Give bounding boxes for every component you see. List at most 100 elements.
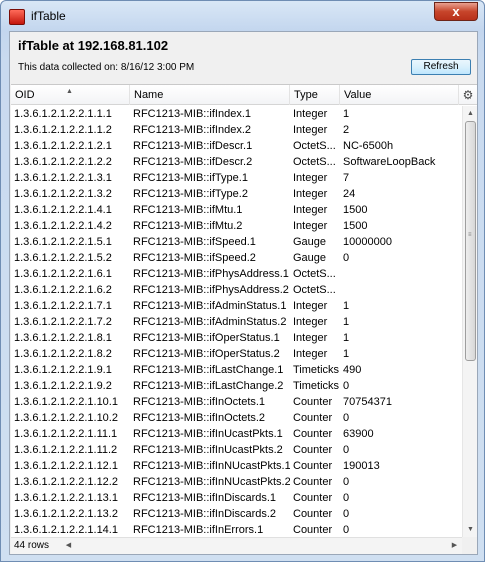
- cell-type: Counter: [293, 412, 333, 424]
- cell-type: Gauge: [293, 236, 327, 248]
- table-row[interactable]: 1.3.6.1.2.1.2.2.1.7.2 RFC1213-MIB::ifAdmi…: [11, 314, 462, 330]
- cell-type: Counter: [293, 428, 333, 440]
- cell-type: Integer: [293, 124, 328, 136]
- table-row[interactable]: 1.3.6.1.2.1.2.2.1.10.2 RFC1213-MIB::ifInO…: [11, 410, 462, 426]
- cell-name: RFC1213-MIB::ifInErrors.1: [133, 524, 264, 536]
- scroll-right-icon[interactable]: ▶: [447, 538, 462, 554]
- cell-name: RFC1213-MIB::ifInUcastPkts.1: [133, 428, 283, 440]
- cell-oid: 1.3.6.1.2.1.2.2.1.8.1: [14, 332, 112, 344]
- cell-value: 2: [343, 124, 350, 136]
- cell-type: Integer: [293, 204, 328, 216]
- cell-oid: 1.3.6.1.2.1.2.2.1.11.1: [14, 428, 118, 440]
- table-row[interactable]: 1.3.6.1.2.1.2.2.1.2.2 RFC1213-MIB::ifDesc…: [11, 154, 462, 170]
- table-row[interactable]: 1.3.6.1.2.1.2.2.1.8.1 RFC1213-MIB::ifOper…: [11, 330, 462, 346]
- cell-oid: 1.3.6.1.2.1.2.2.1.2.2: [14, 156, 112, 168]
- column-header-type[interactable]: Type: [290, 85, 340, 105]
- cell-oid: 1.3.6.1.2.1.2.2.1.12.2: [14, 476, 118, 488]
- table-row[interactable]: 1.3.6.1.2.1.2.2.1.1.2 RFC1213-MIB::ifInde…: [11, 122, 462, 138]
- horizontal-scrollbar[interactable]: 44 rows ◀ ▶: [11, 537, 462, 554]
- cell-name: RFC1213-MIB::ifAdminStatus.1: [133, 300, 287, 312]
- close-button[interactable]: x: [434, 2, 478, 21]
- table-row[interactable]: 1.3.6.1.2.1.2.2.1.1.1 RFC1213-MIB::ifInde…: [11, 106, 462, 122]
- cell-type: Counter: [293, 476, 333, 488]
- table-row[interactable]: 1.3.6.1.2.1.2.2.1.4.2 RFC1213-MIB::ifMtu.…: [11, 218, 462, 234]
- table-row[interactable]: 1.3.6.1.2.1.2.2.1.11.1 RFC1213-MIB::ifInU…: [11, 426, 462, 442]
- cell-oid: 1.3.6.1.2.1.2.2.1.10.2: [14, 412, 118, 424]
- refresh-button[interactable]: Refresh: [411, 59, 471, 75]
- cell-value: 1: [343, 300, 350, 312]
- cell-name: RFC1213-MIB::ifType.2: [133, 188, 248, 200]
- cell-value: 0: [343, 492, 350, 504]
- cell-name: RFC1213-MIB::ifAdminStatus.2: [133, 316, 287, 328]
- data-table: OID ▲ Name Type Value ⚙ 1.3.6.1.2.1.2.2.…: [11, 84, 477, 554]
- table-row[interactable]: 1.3.6.1.2.1.2.2.1.12.2 RFC1213-MIB::ifInN…: [11, 474, 462, 490]
- scroll-down-icon[interactable]: ▼: [463, 522, 477, 537]
- table-row[interactable]: 1.3.6.1.2.1.2.2.1.14.1 RFC1213-MIB::ifInE…: [11, 522, 462, 537]
- vertical-scrollbar[interactable]: ▲ ≡ ▼: [462, 106, 477, 537]
- table-row[interactable]: 1.3.6.1.2.1.2.2.1.7.1 RFC1213-MIB::ifAdmi…: [11, 298, 462, 314]
- cell-name: RFC1213-MIB::ifLastChange.2: [133, 380, 284, 392]
- cell-type: Counter: [293, 444, 333, 456]
- cell-name: RFC1213-MIB::ifInNUcastPkts.1: [133, 460, 290, 472]
- cell-oid: 1.3.6.1.2.1.2.2.1.7.2: [14, 316, 112, 328]
- column-header-oid[interactable]: OID ▲: [11, 85, 130, 105]
- cell-oid: 1.3.6.1.2.1.2.2.1.9.2: [14, 380, 112, 392]
- cell-type: Integer: [293, 172, 328, 184]
- column-header-value[interactable]: Value: [340, 85, 459, 105]
- table-row[interactable]: 1.3.6.1.2.1.2.2.1.10.1 RFC1213-MIB::ifInO…: [11, 394, 462, 410]
- table-row[interactable]: 1.3.6.1.2.1.2.2.1.6.2 RFC1213-MIB::ifPhys…: [11, 282, 462, 298]
- cell-type: Integer: [293, 332, 328, 344]
- window-title: ifTable: [31, 9, 66, 23]
- cell-name: RFC1213-MIB::ifIndex.1: [133, 108, 251, 120]
- sort-ascending-icon: ▲: [66, 88, 73, 95]
- table-row[interactable]: 1.3.6.1.2.1.2.2.1.13.1 RFC1213-MIB::ifInD…: [11, 490, 462, 506]
- cell-name: RFC1213-MIB::ifInOctets.2: [133, 412, 266, 424]
- cell-value: [340, 266, 462, 282]
- cell-oid: 1.3.6.1.2.1.2.2.1.5.2: [14, 252, 112, 264]
- table-row[interactable]: 1.3.6.1.2.1.2.2.1.13.2 RFC1213-MIB::ifInD…: [11, 506, 462, 522]
- cell-name: RFC1213-MIB::ifLastChange.1: [133, 364, 284, 376]
- cell-oid: 1.3.6.1.2.1.2.2.1.14.1: [14, 524, 118, 536]
- cell-name: RFC1213-MIB::ifInDiscards.2: [133, 508, 277, 520]
- table-row[interactable]: 1.3.6.1.2.1.2.2.1.4.1 RFC1213-MIB::ifMtu.…: [11, 202, 462, 218]
- cell-name: RFC1213-MIB::ifPhysAddress.2: [133, 284, 289, 296]
- row-count: 44 rows: [14, 540, 50, 551]
- cell-name: RFC1213-MIB::ifDescr.2: [133, 156, 253, 168]
- table-row[interactable]: 1.3.6.1.2.1.2.2.1.3.2 RFC1213-MIB::ifType…: [11, 186, 462, 202]
- cell-oid: 1.3.6.1.2.1.2.2.1.13.2: [14, 508, 118, 520]
- window: ifTable x ifTable at 192.168.81.102 This…: [0, 0, 485, 562]
- client-area: ifTable at 192.168.81.102 This data coll…: [9, 31, 478, 555]
- table-row[interactable]: 1.3.6.1.2.1.2.2.1.9.2 RFC1213-MIB::ifLast…: [11, 378, 462, 394]
- table-row[interactable]: 1.3.6.1.2.1.2.2.1.11.2 RFC1213-MIB::ifInU…: [11, 442, 462, 458]
- cell-name: RFC1213-MIB::ifOperStatus.1: [133, 332, 280, 344]
- cell-name: RFC1213-MIB::ifMtu.2: [133, 220, 243, 232]
- cell-name: RFC1213-MIB::ifMtu.1: [133, 204, 243, 216]
- table-row[interactable]: 1.3.6.1.2.1.2.2.1.3.1 RFC1213-MIB::ifType…: [11, 170, 462, 186]
- column-header-label: Name: [134, 89, 164, 101]
- cell-value: 190013: [343, 460, 380, 472]
- cell-value: 70754371: [343, 396, 392, 408]
- cell-type: Integer: [293, 300, 328, 312]
- cell-oid: 1.3.6.1.2.1.2.2.1.12.1: [14, 460, 118, 472]
- cell-name: RFC1213-MIB::ifInDiscards.1: [133, 492, 277, 504]
- cell-name: RFC1213-MIB::ifType.1: [133, 172, 248, 184]
- gear-icon[interactable]: ⚙: [459, 85, 477, 105]
- table-row[interactable]: 1.3.6.1.2.1.2.2.1.2.1 RFC1213-MIB::ifDesc…: [11, 138, 462, 154]
- cell-value: 24: [343, 188, 356, 200]
- scroll-left-icon[interactable]: ◀: [61, 538, 76, 554]
- table-row[interactable]: 1.3.6.1.2.1.2.2.1.9.1 RFC1213-MIB::ifLast…: [11, 362, 462, 378]
- table-row[interactable]: 1.3.6.1.2.1.2.2.1.5.1 RFC1213-MIB::ifSpee…: [11, 234, 462, 250]
- cell-oid: 1.3.6.1.2.1.2.2.1.7.1: [14, 300, 112, 312]
- table-row[interactable]: 1.3.6.1.2.1.2.2.1.8.2 RFC1213-MIB::ifOper…: [11, 346, 462, 362]
- table-row[interactable]: 1.3.6.1.2.1.2.2.1.12.1 RFC1213-MIB::ifInN…: [11, 458, 462, 474]
- title-bar[interactable]: ifTable x: [1, 1, 484, 31]
- cell-type: Integer: [293, 220, 328, 232]
- scrollbar-thumb[interactable]: ≡: [465, 121, 476, 361]
- cell-type: Gauge: [293, 252, 327, 264]
- scroll-up-icon[interactable]: ▲: [463, 106, 477, 121]
- table-row[interactable]: 1.3.6.1.2.1.2.2.1.6.1 RFC1213-MIB::ifPhys…: [11, 266, 462, 282]
- cell-oid: 1.3.6.1.2.1.2.2.1.6.1: [14, 268, 112, 280]
- column-header-name[interactable]: Name: [130, 85, 290, 105]
- cell-value: 10000000: [343, 236, 392, 248]
- table-row[interactable]: 1.3.6.1.2.1.2.2.1.5.2 RFC1213-MIB::ifSpee…: [11, 250, 462, 266]
